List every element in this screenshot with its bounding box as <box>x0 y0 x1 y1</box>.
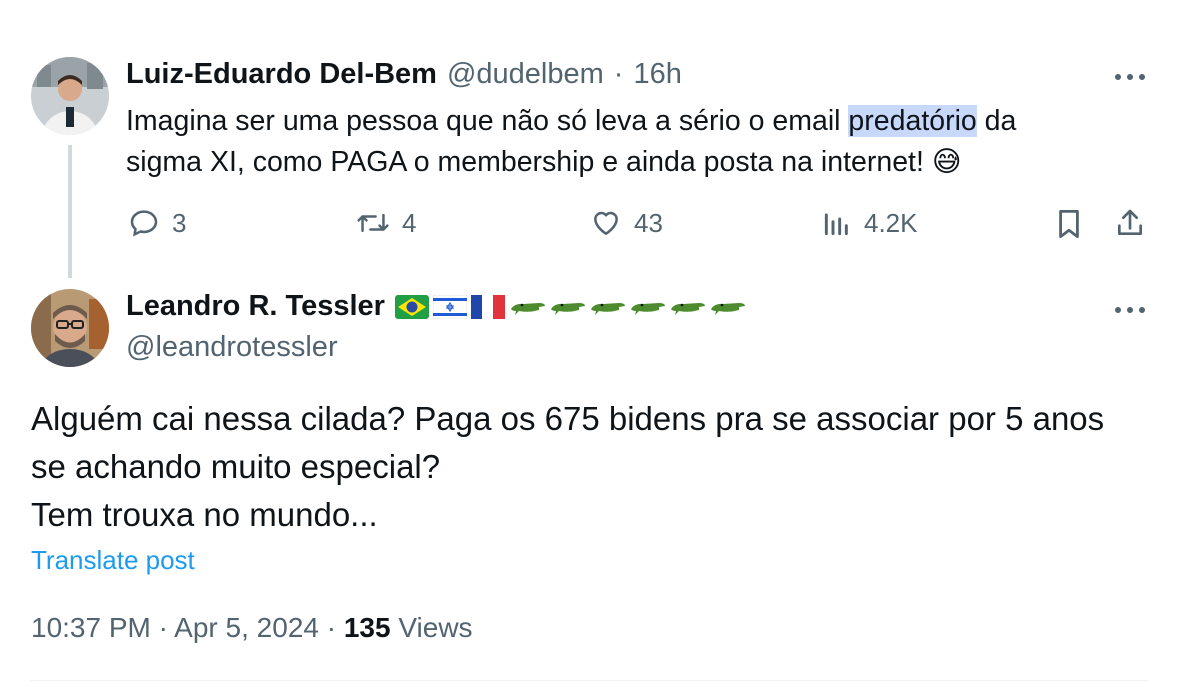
translate-post-link[interactable]: Translate post <box>31 545 195 576</box>
dot-icon <box>1139 74 1145 80</box>
thread-connector-line <box>68 145 72 278</box>
bookmark-icon <box>1059 209 1079 238</box>
like-button[interactable]: 43 <box>590 207 663 239</box>
dot-icon <box>1115 307 1121 313</box>
crocodile-icon <box>510 302 545 315</box>
dot-icon <box>1115 74 1121 80</box>
views-label: Views <box>398 612 473 643</box>
main-tweet-text: Alguém cai nessa cilada? Paga os 675 bid… <box>31 395 1161 539</box>
reply-text-segment: sigma XI, como PAGA o membership e ainda… <box>126 146 932 178</box>
repost-button[interactable]: 4 <box>356 207 416 239</box>
repost-count: 4 <box>402 207 417 238</box>
tweet-timestamp[interactable]: 10:37 PM · Apr 5, 2024 <box>31 612 319 643</box>
reply-author-handle[interactable]: @dudelbem <box>447 58 604 91</box>
reply-icon <box>130 210 158 237</box>
crocodile-icon <box>590 302 625 315</box>
dot-icon <box>1139 307 1145 313</box>
repost-icon <box>357 213 389 233</box>
reply-author-name[interactable]: Luiz-Eduardo Del-Bem <box>126 58 437 91</box>
reply-button[interactable]: 3 <box>128 207 186 239</box>
crocodile-icon <box>670 302 705 315</box>
tweet-meta: 10:37 PM · Apr 5, 2024 · 135 Views <box>31 612 473 644</box>
reply-text-segment: Imagina ser uma pessoa que não só leva a… <box>126 105 849 137</box>
bottom-divider <box>30 680 1148 681</box>
avatar-leandrotessler[interactable] <box>31 289 109 367</box>
main-author-name[interactable]: Leandro R. Tessler <box>126 290 385 323</box>
israel-flag-icon <box>432 294 467 319</box>
reply-time[interactable]: 16h <box>633 58 681 91</box>
dot-icon <box>1127 307 1133 313</box>
crocodile-icon <box>630 302 665 315</box>
dot-icon <box>1127 74 1133 80</box>
crocodile-icon <box>710 302 745 315</box>
views-count: 4.2K <box>864 207 918 238</box>
highlighted-word: predatório <box>848 105 977 137</box>
sweat-smile-emoji: 😅 <box>931 146 962 178</box>
analytics-icon <box>824 213 848 236</box>
like-count: 43 <box>634 207 663 238</box>
main-more-button[interactable] <box>1115 307 1145 313</box>
avatar-dudelbem[interactable] <box>31 57 109 135</box>
share-button[interactable] <box>1114 206 1146 245</box>
views-button[interactable]: 4.2K <box>822 207 918 239</box>
reply-text-segment: da <box>976 105 1017 137</box>
share-icon <box>1118 209 1142 235</box>
reply-more-button[interactable] <box>1115 74 1145 80</box>
main-text-line: se achando muito especial? <box>31 448 441 485</box>
main-text-line: Alguém cai nessa cilada? Paga os 675 bid… <box>31 400 1105 437</box>
brazil-flag-icon <box>394 294 429 319</box>
time-separator: · <box>613 58 624 90</box>
reply-count: 3 <box>172 207 187 238</box>
views-number: 135 <box>343 612 391 643</box>
heart-icon <box>594 211 618 235</box>
main-text-line: Tem trouxa no mundo... <box>31 496 378 533</box>
main-author-handle[interactable]: @leandrotessler <box>126 331 338 364</box>
crocodile-icon <box>550 302 585 315</box>
france-flag-icon <box>470 294 505 319</box>
bookmark-button[interactable] <box>1055 207 1083 246</box>
reply-text: Imagina ser uma pessoa que não só leva a… <box>126 101 1086 183</box>
meta-separator: · <box>326 612 337 643</box>
